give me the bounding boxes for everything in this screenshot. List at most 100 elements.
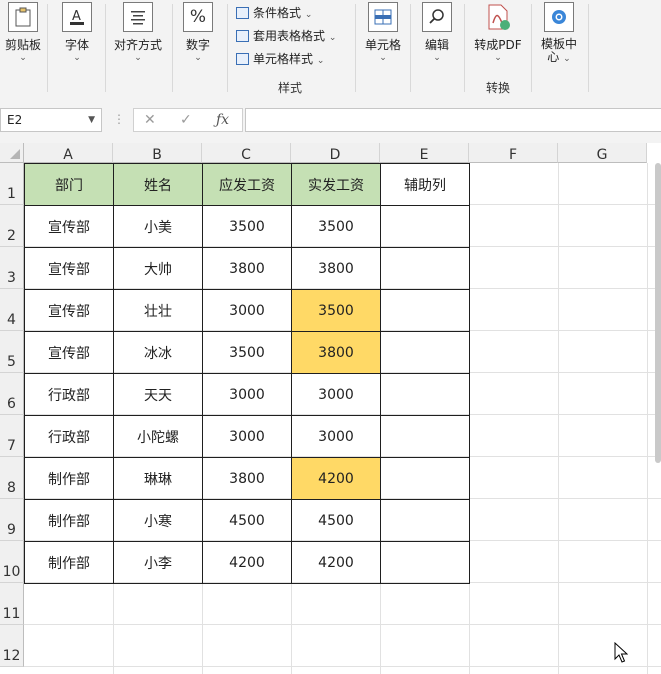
convert-pdf-label: 转成PDF (474, 38, 522, 52)
cell[interactable]: 琳琳 (113, 457, 203, 500)
column-header-a[interactable]: A (24, 143, 113, 163)
cell[interactable]: 冰冰 (113, 331, 203, 374)
cell[interactable]: 制作部 (24, 541, 114, 584)
column-header-c[interactable]: C (202, 143, 291, 163)
align-icon (123, 2, 153, 32)
cell[interactable]: 3000 (291, 415, 381, 458)
cell[interactable]: 4500 (291, 499, 381, 542)
cell[interactable]: 小寒 (113, 499, 203, 542)
alignment-button[interactable]: 对齐方式 ⌄ (110, 2, 166, 63)
cell[interactable]: 宣传部 (24, 289, 114, 332)
row-header-6[interactable]: 6 (0, 373, 24, 415)
cell[interactable]: 行政部 (24, 373, 114, 416)
row-header-11[interactable]: 11 (0, 583, 24, 625)
row-header-2[interactable]: 2 (0, 205, 24, 247)
table-header-row: 部门 姓名 应发工资 实发工资 辅助列 (24, 163, 470, 206)
cell[interactable]: 小陀螺 (113, 415, 203, 458)
name-box[interactable]: E2 ▼ (0, 108, 102, 132)
chevron-down-icon: ⌄ (73, 53, 81, 63)
font-label: 字体 (64, 38, 89, 52)
cell[interactable] (380, 457, 470, 500)
row-header-9[interactable]: 9 (0, 499, 24, 541)
cell[interactable]: 3500 (202, 205, 292, 248)
vertical-scrollbar[interactable] (655, 163, 661, 463)
template-center-button[interactable]: 模板中心 ⌄ (536, 2, 582, 64)
cell-styles-button[interactable]: 单元格样式 ⌄ (236, 50, 324, 68)
chevron-down-icon: ⌄ (433, 53, 441, 63)
column-header-e[interactable]: E (380, 143, 469, 163)
number-format-button[interactable]: % 数字 ⌄ (178, 2, 218, 63)
cell[interactable]: 制作部 (24, 499, 114, 542)
column-header-d[interactable]: D (291, 143, 380, 163)
cell[interactable]: 4200 (202, 541, 292, 584)
row-header-10[interactable]: 10 (0, 541, 24, 583)
conditional-format-button[interactable]: 条件格式 ⌄ (236, 4, 312, 22)
cell[interactable]: 小美 (113, 205, 203, 248)
cell[interactable]: 宣传部 (24, 331, 114, 374)
cell[interactable]: 3000 (202, 415, 292, 458)
header-cell[interactable]: 姓名 (113, 163, 203, 206)
cell[interactable]: 3800 (202, 457, 292, 500)
chevron-down-icon[interactable]: ▼ (88, 109, 95, 131)
row-header-8[interactable]: 8 (0, 457, 24, 499)
header-cell[interactable]: 部门 (24, 163, 114, 206)
cell[interactable]: 天天 (113, 373, 203, 416)
cell[interactable]: 小李 (113, 541, 203, 584)
row-header-12[interactable]: 12 (0, 625, 24, 667)
cell[interactable]: 3500 (291, 205, 381, 248)
cell[interactable]: 3800 (291, 247, 381, 290)
cell[interactable]: 制作部 (24, 457, 114, 500)
cell[interactable] (380, 415, 470, 458)
cells-button[interactable]: 单元格 ⌄ (361, 2, 405, 63)
select-all-corner[interactable] (0, 143, 24, 163)
cell[interactable] (380, 499, 470, 542)
format-as-table-button[interactable]: 套用表格格式 ⌄ (236, 27, 336, 45)
cell[interactable]: 3000 (291, 373, 381, 416)
header-cell[interactable]: 应发工资 (202, 163, 292, 206)
clipboard-button[interactable]: 剪贴板 ⌄ (0, 2, 46, 63)
number-label: 数字 (185, 38, 210, 52)
cell[interactable]: 3800 (291, 331, 381, 374)
cell[interactable]: 3800 (202, 247, 292, 290)
font-button[interactable]: A 字体 ⌄ (55, 2, 99, 63)
cell[interactable]: 大帅 (113, 247, 203, 290)
column-header-g[interactable]: G (558, 143, 647, 163)
cell[interactable] (380, 331, 470, 374)
cell[interactable] (380, 205, 470, 248)
editing-button[interactable]: 编辑 ⌄ (416, 2, 458, 63)
column-header-b[interactable]: B (113, 143, 202, 163)
row-header-5[interactable]: 5 (0, 331, 24, 373)
cell[interactable]: 壮壮 (113, 289, 203, 332)
chevron-down-icon: ⌄ (494, 53, 502, 63)
cell[interactable] (380, 541, 470, 584)
insert-function-icon[interactable]: ƒx (216, 109, 229, 131)
row-header-7[interactable]: 7 (0, 415, 24, 457)
cell[interactable]: 4500 (202, 499, 292, 542)
cell[interactable]: 宣传部 (24, 205, 114, 248)
row-header-4[interactable]: 4 (0, 289, 24, 331)
cell[interactable]: 3000 (202, 289, 292, 332)
confirm-icon[interactable]: ✓ (180, 109, 192, 131)
column-header-f[interactable]: F (469, 143, 558, 163)
cell[interactable]: 宣传部 (24, 247, 114, 290)
cell[interactable]: 3000 (202, 373, 292, 416)
drag-handle-icon[interactable]: ⋮ (113, 112, 125, 126)
cell[interactable]: 4200 (291, 541, 381, 584)
cell[interactable]: 3500 (202, 331, 292, 374)
row-header-3[interactable]: 3 (0, 247, 24, 289)
cell[interactable]: 4200 (291, 457, 381, 500)
cell[interactable] (380, 373, 470, 416)
cancel-icon[interactable]: ✕ (144, 109, 156, 131)
formula-input[interactable] (245, 108, 661, 132)
gridline (24, 624, 661, 625)
cell[interactable] (380, 247, 470, 290)
convert-pdf-button[interactable]: 转成PDF ⌄ (470, 2, 526, 63)
cell[interactable]: 行政部 (24, 415, 114, 458)
cell[interactable]: 3500 (291, 289, 381, 332)
table-row: 宣传部 壮壮 3000 3500 (24, 289, 470, 332)
table-row: 行政部 小陀螺 3000 3000 (24, 415, 470, 458)
row-header-1[interactable]: 1 (0, 163, 24, 205)
cell[interactable] (380, 289, 470, 332)
header-cell[interactable]: 辅助列 (380, 163, 470, 206)
header-cell[interactable]: 实发工资 (291, 163, 381, 206)
